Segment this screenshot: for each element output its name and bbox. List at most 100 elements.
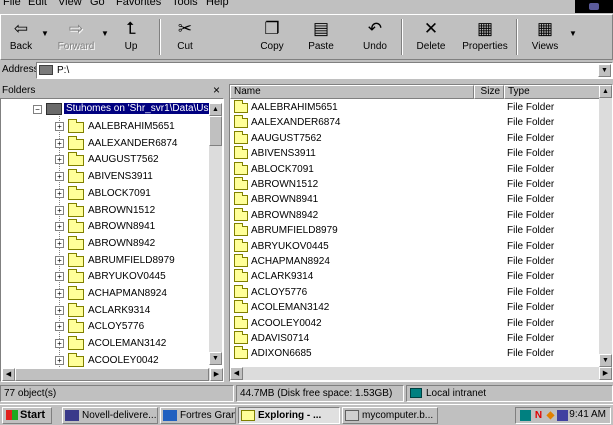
tree-item-label[interactable]: AAUGUST7562 (88, 154, 159, 165)
delete-button[interactable]: ✕ Delete (411, 17, 451, 59)
tree-item-label[interactable]: ACHAPMAN8924 (88, 288, 167, 299)
tree-item[interactable]: + ABROWN8941 (1, 219, 211, 235)
tree-item-label[interactable]: ABRUMFIELD8979 (88, 255, 175, 266)
tree-item[interactable]: + AALEXANDER6874 (1, 135, 211, 152)
scroll-up-button[interactable]: ▲ (209, 103, 222, 116)
tree-item-label[interactable]: ABLOCK7091 (88, 188, 151, 199)
expand-icon[interactable]: + (55, 289, 64, 298)
tree-root[interactable]: − Stuhomes on 'Shr_svr1\Data\Us (1, 102, 211, 118)
tree-item[interactable]: + AALEBRAHIM5651 (1, 119, 211, 135)
copy-button[interactable]: ❐ Copy (255, 17, 289, 59)
menu-tools[interactable]: Tools (172, 0, 198, 8)
undo-button[interactable]: ↶ Undo (357, 17, 393, 59)
expand-icon[interactable]: + (55, 255, 64, 265)
cut-button[interactable]: ✂ Cut (169, 17, 201, 59)
expand-icon[interactable]: + (55, 272, 64, 282)
item-name[interactable]: ABRUMFIELD8979 (251, 225, 338, 236)
scroll-down-button[interactable]: ▼ (599, 354, 612, 367)
collapse-icon[interactable]: − (33, 105, 42, 114)
menu-favorites[interactable]: Favorites (116, 0, 161, 8)
expand-icon[interactable]: + (55, 188, 64, 198)
expand-icon[interactable]: + (55, 138, 64, 148)
item-name[interactable]: AAUGUST7562 (251, 133, 322, 144)
tree-item-label[interactable]: ABROWN8942 (88, 238, 155, 249)
item-name[interactable]: ABRYUKOV0445 (251, 241, 329, 252)
paste-button[interactable]: ▤ Paste (303, 17, 339, 59)
tree-item[interactable]: + ABIVENS3911 (1, 169, 211, 185)
shield-icon[interactable]: ◆ (545, 410, 556, 421)
item-name[interactable]: ACLARK9314 (251, 271, 313, 282)
tree-item-label[interactable]: ABROWN1512 (88, 205, 155, 216)
back-button[interactable]: ⇦ Back (3, 17, 39, 59)
column-name[interactable]: Name (230, 85, 474, 99)
task-mycomputer[interactable]: mycomputer.b... (342, 407, 438, 424)
tree-item[interactable]: + ABLOCK7091 (1, 185, 211, 202)
address-field[interactable]: P:\ ▼ (36, 62, 613, 79)
item-name[interactable]: ACOLEMAN3142 (251, 302, 329, 313)
list-item[interactable]: ACLARK9314 File Folder (230, 269, 600, 284)
expand-icon[interactable]: + (55, 238, 64, 248)
monitor-icon[interactable] (557, 410, 568, 421)
tree-item-label[interactable]: ACLOY5776 (88, 321, 144, 332)
tree-item[interactable]: + AAUGUST7562 (1, 152, 211, 168)
task-exploring[interactable]: Exploring - ... (238, 407, 340, 424)
expand-icon[interactable]: + (55, 355, 64, 365)
expand-icon[interactable]: + (55, 205, 64, 215)
scroll-thumb[interactable] (15, 368, 209, 381)
properties-button[interactable]: ▦ Properties (456, 17, 514, 59)
tree-item[interactable]: + ABRYUKOV0445 (1, 269, 211, 285)
list-item[interactable]: ABRYUKOV0445 File Folder (230, 238, 600, 254)
expand-icon[interactable]: + (55, 222, 64, 232)
item-name[interactable]: AALEBRAHIM5651 (251, 102, 338, 113)
item-name[interactable]: AALEXANDER6874 (251, 117, 341, 128)
tree-item[interactable]: + ACLARK9314 (1, 302, 211, 319)
tree-vertical-scrollbar[interactable]: ▲ ▼ (209, 103, 222, 365)
tree-item[interactable]: + ACLOY5776 (1, 319, 211, 335)
tree-item[interactable]: + ACHAPMAN8924 (1, 286, 211, 302)
menu-edit[interactable]: Edit (28, 0, 47, 8)
views-dropdown-icon[interactable]: ▼ (569, 29, 577, 38)
list-item[interactable]: ABROWN8941 File Folder (230, 192, 600, 207)
tree-item[interactable]: + ACOLEMAN3142 (1, 336, 211, 352)
tree-item[interactable]: + ACOOLEY0042 (1, 352, 211, 369)
task-novell[interactable]: Novell-delivere... (62, 407, 158, 424)
list-item[interactable]: ABROWN8942 File Folder (230, 207, 600, 223)
tree-item-label[interactable]: ACOOLEY0042 (88, 355, 159, 366)
tree-item-label[interactable]: ABROWN8941 (88, 221, 155, 232)
list-item[interactable]: ACHAPMAN8924 File Folder (230, 254, 600, 269)
menu-file[interactable]: File (3, 0, 21, 8)
list-item[interactable]: ABIVENS3911 File Folder (230, 146, 600, 161)
item-name[interactable]: ABROWN1512 (251, 179, 318, 190)
menu-go[interactable]: Go (90, 0, 105, 8)
item-name[interactable]: ACHAPMAN8924 (251, 256, 330, 267)
item-name[interactable]: ADIXON6685 (251, 348, 312, 359)
scroll-up-button[interactable]: ▲ (599, 85, 612, 98)
back-dropdown-icon[interactable]: ▼ (41, 29, 49, 38)
list-item[interactable]: AAUGUST7562 File Folder (230, 130, 600, 146)
network-icon[interactable] (520, 410, 531, 421)
tree-item[interactable]: + ABROWN8942 (1, 235, 211, 252)
list-item[interactable]: ABLOCK7091 File Folder (230, 161, 600, 177)
list-item[interactable]: ACOOLEY0042 File Folder (230, 315, 600, 331)
list-item[interactable]: ACOLEMAN3142 File Folder (230, 300, 600, 315)
tree-item-label[interactable]: ABRYUKOV0445 (88, 271, 166, 282)
list-item[interactable]: AALEBRAHIM5651 File Folder (230, 100, 600, 115)
tree-item-label[interactable]: AALEBRAHIM5651 (88, 121, 175, 132)
tree-item[interactable]: + ABROWN1512 (1, 202, 211, 219)
tree-item-label[interactable]: AALEXANDER6874 (88, 138, 178, 149)
scroll-right-button[interactable]: ▶ (599, 367, 612, 380)
expand-icon[interactable]: + (55, 122, 64, 131)
list-item[interactable]: ABRUMFIELD8979 File Folder (230, 223, 600, 238)
up-button[interactable]: ⮤ Up (113, 17, 149, 59)
list-vertical-scrollbar[interactable]: ▲ ▼ (599, 85, 612, 367)
task-fortres[interactable]: Fortres Grand -... (160, 407, 236, 424)
item-name[interactable]: ABROWN8941 (251, 194, 318, 205)
item-name[interactable]: ABIVENS3911 (251, 148, 316, 159)
item-name[interactable]: ACOOLEY0042 (251, 318, 322, 329)
menu-help[interactable]: Help (206, 0, 229, 8)
tree-item-label[interactable]: ACLARK9314 (88, 305, 150, 316)
expand-icon[interactable]: + (55, 172, 64, 182)
list-item[interactable]: ACLOY5776 File Folder (230, 284, 600, 300)
scroll-right-button[interactable]: ▶ (210, 368, 223, 381)
expand-icon[interactable]: + (55, 155, 64, 165)
